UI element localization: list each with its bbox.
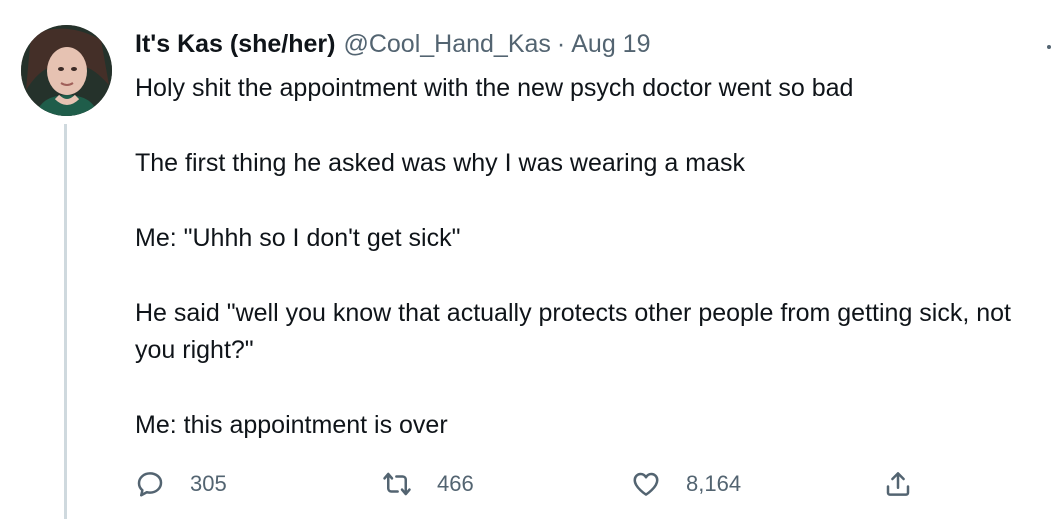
- reply-button[interactable]: 305: [135, 464, 227, 504]
- reply-count: 305: [190, 471, 227, 496]
- tweet-paragraph: He said "well you know that actually pro…: [135, 299, 1011, 364]
- tweet-header: It's Kas (she/her) @Cool_Hand_Kas · Aug …: [135, 30, 650, 60]
- author-display-name[interactable]: It's Kas (she/her): [135, 30, 335, 59]
- share-icon: [886, 472, 910, 496]
- retweet-icon: [383, 472, 411, 496]
- tweet-paragraph: The first thing he asked was why I was w…: [135, 149, 745, 177]
- tweet-text: Holy shit the appointment with the new p…: [135, 70, 1035, 444]
- heart-icon: [633, 472, 659, 496]
- avatar-photo: [21, 25, 112, 116]
- retweet-button[interactable]: 466: [382, 464, 474, 504]
- retweet-count: 466: [437, 471, 474, 496]
- tweet-paragraph: Me: this appointment is over: [135, 411, 448, 439]
- header-separator: ·: [556, 30, 566, 58]
- tweet-paragraph: Me: "Uhhh so I don't get sick": [135, 224, 461, 252]
- thread-connector-line: [64, 124, 67, 519]
- more-icon[interactable]: [1042, 40, 1056, 54]
- avatar[interactable]: [21, 25, 112, 116]
- like-button[interactable]: 8,164: [631, 464, 741, 504]
- share-button[interactable]: [883, 464, 913, 504]
- like-count: 8,164: [686, 471, 742, 496]
- tweet-actions: 305 466 8,164: [135, 464, 935, 504]
- reply-icon: [137, 472, 163, 497]
- tweet-date[interactable]: Aug 19: [571, 30, 650, 59]
- tweet-paragraph: Holy shit the appointment with the new p…: [135, 74, 854, 102]
- author-handle[interactable]: @Cool_Hand_Kas: [343, 30, 550, 59]
